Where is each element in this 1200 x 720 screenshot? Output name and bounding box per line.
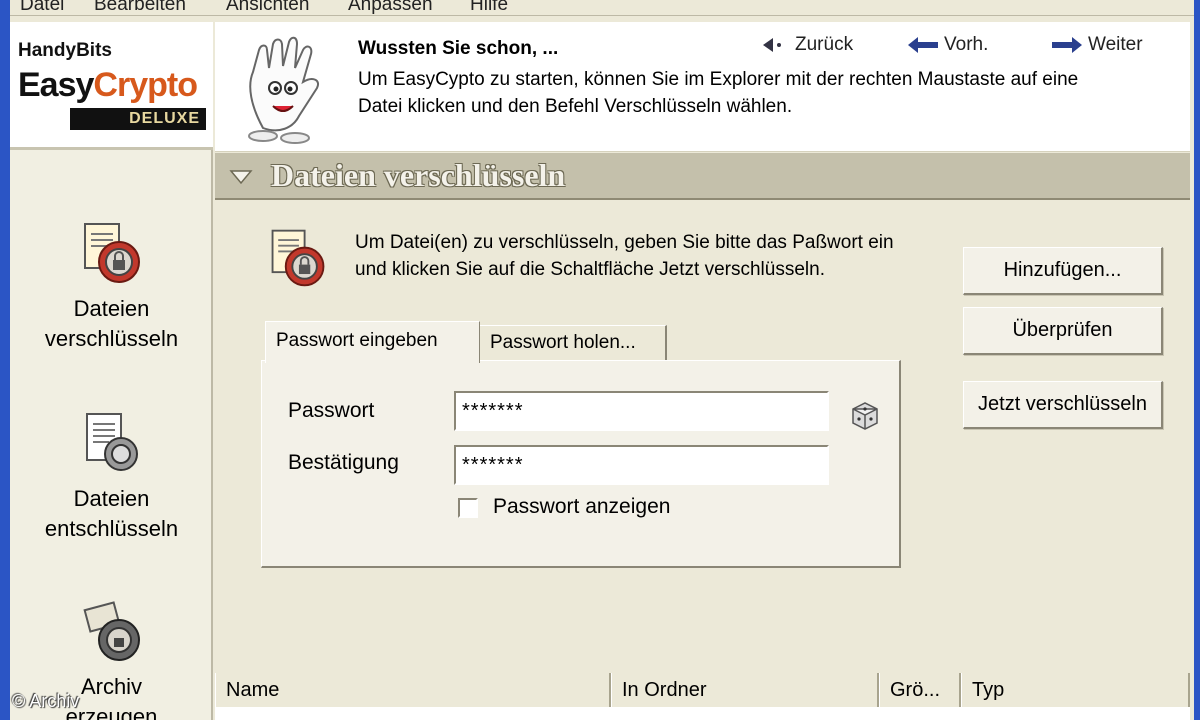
tab-enter-password[interactable]: Passwort eingeben (265, 321, 480, 363)
file-list-header: Name In Ordner Grö... Typ (215, 673, 1190, 707)
logo-edition: DELUXE (70, 108, 206, 130)
section-title: Dateien verschlüsseln (271, 157, 566, 193)
menu-datei[interactable]: Datei (20, 0, 64, 16)
encrypt-file-icon (271, 229, 325, 287)
sidebar-item-encrypt[interactable]: Dateien verschlüsseln (10, 218, 213, 354)
menu-hilfe[interactable]: Hilfe (470, 0, 508, 16)
check-button[interactable]: Überprüfen (963, 307, 1163, 355)
column-header-type[interactable]: Typ (961, 673, 1190, 707)
sidebar-item-label: Dateien verschlüsseln (44, 296, 179, 351)
main-content: Um Datei(en) zu verschlüsseln, geben Sie… (215, 203, 1190, 673)
file-list-body[interactable] (215, 707, 1190, 720)
menu-anpassen[interactable]: Anpassen (348, 0, 433, 16)
key-generator-icon[interactable] (847, 399, 883, 431)
window-frame-right (1194, 0, 1200, 720)
chevron-down-icon (229, 170, 253, 185)
window-frame-left (0, 0, 10, 720)
confirm-password-field[interactable] (454, 445, 829, 485)
tip-next-button[interactable]: Weiter (1052, 34, 1143, 56)
back-arrow-icon (763, 38, 781, 52)
tip-back-label: Zurück (795, 34, 854, 55)
confirm-label: Bestätigung (288, 451, 399, 474)
arrow-right-icon (1052, 37, 1082, 53)
tip-next-label: Weiter (1088, 34, 1143, 55)
password-field[interactable] (454, 391, 829, 431)
password-tab-panel: Passwort Bestätigung Passwort anzeigen (261, 360, 901, 568)
menu-bearbeiten[interactable]: Bearbeiten (94, 0, 186, 16)
tip-back-button[interactable]: Zurück (763, 34, 853, 56)
decrypt-file-icon (85, 413, 138, 471)
sidebar-item-decrypt[interactable]: Dateien entschlüsseln (10, 408, 213, 544)
logo-brand: HandyBits (18, 40, 112, 61)
add-files-button[interactable]: Hinzufügen... (963, 247, 1163, 295)
encrypt-file-icon (83, 223, 140, 283)
column-header-folder[interactable]: In Ordner (611, 673, 879, 707)
column-header-size[interactable]: Grö... (879, 673, 961, 707)
intro-text: Um Datei(en) zu verschlüsseln, geben Sie… (355, 232, 894, 280)
section-header[interactable]: Dateien verschlüsseln (215, 153, 1190, 200)
tip-panel: Wussten Sie schon, ... Um EasyCypto zu s… (215, 22, 1190, 152)
archive-icon (82, 601, 140, 661)
menubar: Datei Bearbeiten Ansichten Anpassen Hilf… (10, 0, 1194, 16)
password-label: Passwort (288, 399, 375, 422)
copyright-watermark: © Archiv (12, 691, 80, 711)
menu-ansichten[interactable]: Ansichten (226, 0, 309, 16)
arrow-left-icon (908, 37, 938, 53)
show-password-label: Passwort anzeigen (493, 495, 671, 518)
tip-prev-label: Vorh. (944, 34, 989, 55)
logo-name: EasyCrypto (18, 66, 198, 104)
tip-prev-button[interactable]: Vorh. (908, 34, 988, 56)
sidebar-item-label: Dateien entschlüsseln (44, 486, 179, 541)
tip-text: Um EasyCypto zu starten, können Sie im E… (358, 69, 1079, 117)
tab-fetch-password[interactable]: Passwort holen... (480, 325, 667, 361)
tip-title: Wussten Sie schon, ... (358, 38, 559, 59)
show-password-checkbox[interactable] (458, 498, 478, 518)
hand-mascot-icon (248, 36, 319, 144)
sidebar: HandyBits EasyCrypto DELUXE Dateien vers… (10, 22, 213, 720)
app-logo: HandyBits EasyCrypto DELUXE (10, 22, 213, 150)
column-header-name[interactable]: Name (215, 673, 611, 707)
encrypt-now-button[interactable]: Jetzt verschlüsseln (963, 381, 1163, 429)
